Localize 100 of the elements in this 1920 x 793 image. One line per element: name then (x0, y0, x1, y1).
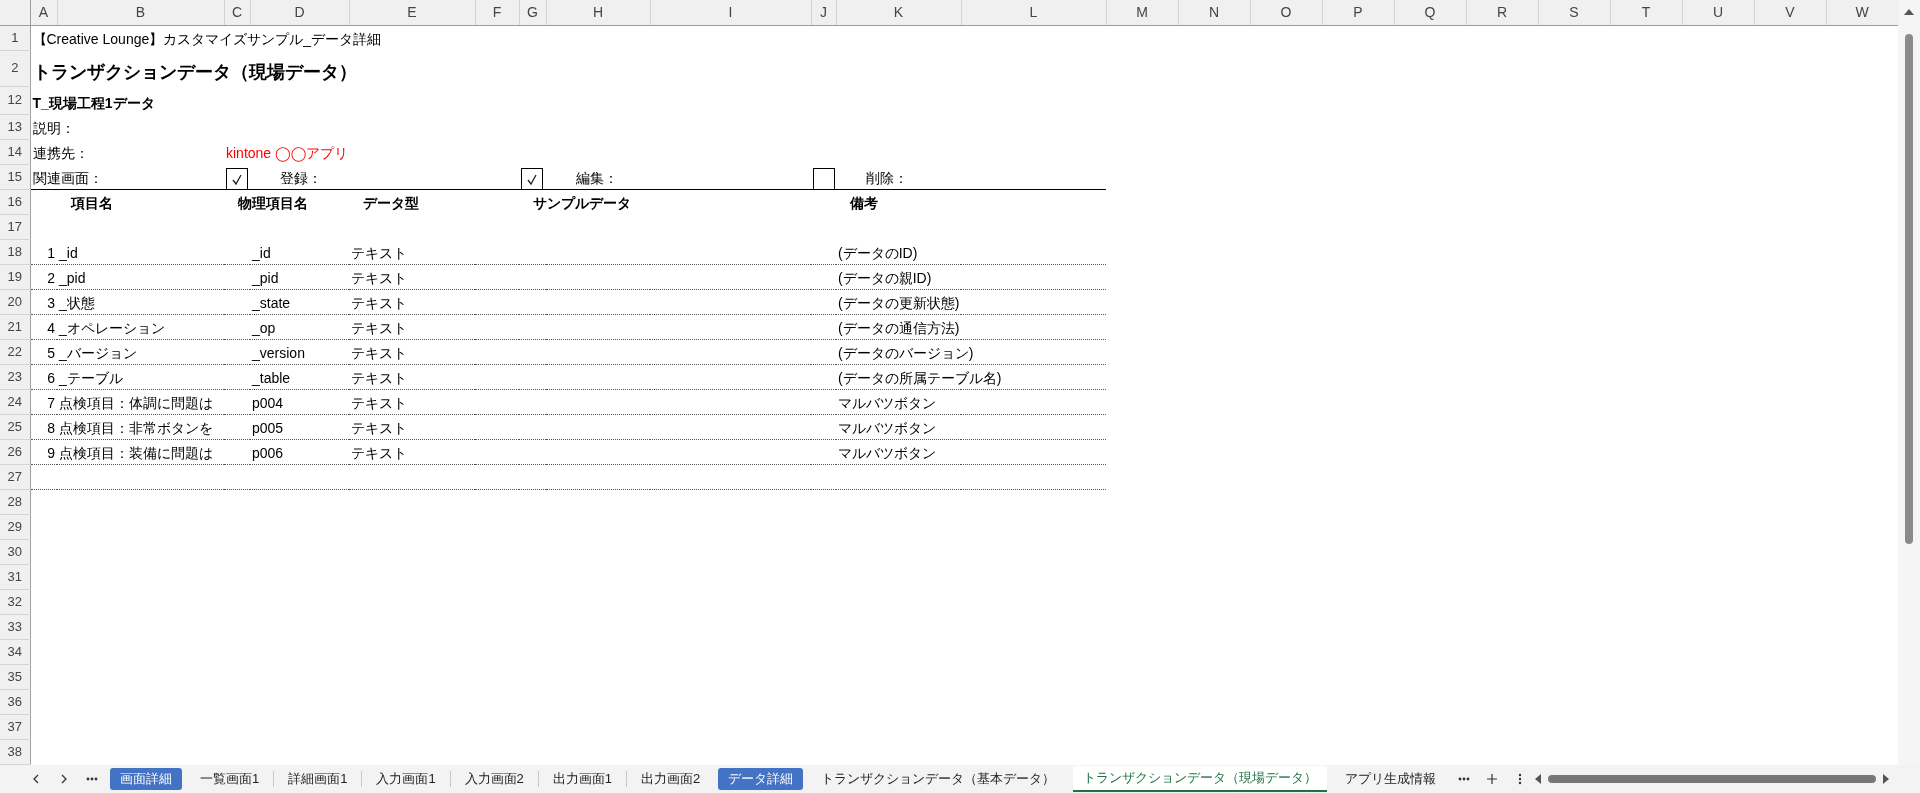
table-cell: p006 (252, 444, 284, 461)
scroll-left-icon[interactable] (1534, 774, 1543, 784)
scrollbar-thumb[interactable] (1905, 34, 1913, 544)
row-header[interactable]: 36 (0, 689, 30, 714)
sheet-tab[interactable]: データ詳細 (718, 768, 804, 790)
column-header[interactable]: P (1322, 0, 1394, 25)
column-header[interactable]: S (1538, 0, 1610, 25)
row-header[interactable]: 14 (0, 139, 30, 164)
row-header[interactable]: 28 (0, 489, 30, 514)
row-header[interactable]: 33 (0, 614, 30, 639)
column-header[interactable]: A (30, 0, 57, 25)
sheet-tab[interactable]: 画面詳細 (110, 768, 182, 790)
table-cell: 関連画面： (32, 169, 103, 186)
column-header[interactable]: U (1682, 0, 1754, 25)
table-cell: 点検項目：体調に問題は (59, 394, 213, 411)
table-cell-text: 削除： (865, 169, 908, 186)
sheet-tab[interactable]: 出力画面1 (542, 768, 623, 790)
table-cell: (データの通信方法) (838, 319, 960, 336)
row-header[interactable]: 27 (0, 464, 30, 489)
table-cell: _テーブル (59, 369, 123, 386)
sheet-tab[interactable]: トランザクションデータ（現場データ） (1073, 766, 1328, 792)
column-header[interactable]: O (1250, 0, 1322, 25)
sheet-tab[interactable]: 入力画面1 (366, 768, 446, 790)
table-cell: p005 (252, 419, 284, 436)
table-cell: _オペレーション (59, 319, 165, 336)
sheet-tab[interactable]: 詳細画面1 (278, 768, 358, 790)
row-header[interactable]: 24 (0, 389, 30, 414)
column-header[interactable]: J (811, 0, 836, 25)
row-header[interactable]: 18 (0, 239, 30, 264)
sheet-tab[interactable]: 入力画面2 (454, 768, 534, 790)
column-header[interactable]: Q (1394, 0, 1466, 25)
row-header[interactable]: 31 (0, 564, 30, 589)
sheet-tab[interactable]: 出力画面2 (631, 768, 711, 790)
row-header[interactable]: 21 (0, 314, 30, 339)
table-cell: _state (252, 294, 291, 311)
row-header[interactable]: 35 (0, 664, 30, 689)
scroll-up-icon[interactable] (1903, 8, 1915, 16)
row-header[interactable]: 1 (0, 25, 30, 50)
table-cell-text: 8 (46, 418, 55, 438)
table-cell: _table (252, 369, 291, 386)
column-header[interactable]: F (475, 0, 519, 25)
column-header[interactable]: W (1826, 0, 1898, 25)
row-header[interactable]: 22 (0, 339, 30, 364)
table-cell: (データのバージョン) (838, 344, 974, 361)
table-cell: 点検項目：非常ボタンを (59, 419, 213, 436)
sheet-tab[interactable]: トランザクションデータ（基本データ） (811, 768, 1066, 790)
sheet-tab[interactable]: アプリ生成情報 (1335, 768, 1447, 790)
scroll-right-icon[interactable] (1882, 774, 1891, 784)
column-header[interactable]: G (519, 0, 546, 25)
row-header[interactable]: 30 (0, 539, 30, 564)
scrollbar-thumb[interactable] (1548, 775, 1877, 783)
row-header[interactable]: 32 (0, 589, 30, 614)
table-cell: _状態 (59, 294, 95, 311)
column-header[interactable]: V (1754, 0, 1826, 25)
column-header[interactable]: N (1178, 0, 1250, 25)
row-header[interactable]: 25 (0, 414, 30, 439)
row-header[interactable]: 13 (0, 114, 30, 139)
table-cell: マルバツボタン (838, 394, 936, 411)
table-cell: _pid (252, 269, 279, 286)
row-header[interactable]: 12 (0, 86, 30, 114)
checkbox[interactable] (521, 167, 543, 190)
column-header[interactable]: L (961, 0, 1106, 25)
column-header[interactable]: R (1466, 0, 1538, 25)
row-header[interactable]: 29 (0, 514, 30, 539)
row-header[interactable]: 20 (0, 289, 30, 314)
table-cell: 【Creative Lounge】カスタマイズサンプル_データ詳細 (32, 31, 382, 47)
checkbox[interactable] (226, 167, 248, 190)
table-cell: T_現場工程1データ (32, 95, 155, 111)
horizontal-scrollbar[interactable] (1534, 772, 1891, 786)
row-header[interactable]: 38 (0, 739, 30, 764)
row-header[interactable]: 17 (0, 214, 30, 239)
checkbox[interactable] (813, 167, 835, 190)
table-cell: 点検項目：装備に問題は (59, 444, 213, 461)
sheet-tab[interactable]: 一覧画面1 (190, 768, 270, 790)
table-cell: マルバツボタン (838, 444, 936, 461)
column-header[interactable]: T (1610, 0, 1682, 25)
row-header[interactable]: 23 (0, 364, 30, 389)
column-header[interactable]: E (349, 0, 475, 25)
row-header[interactable]: 34 (0, 639, 30, 664)
column-header[interactable]: D (250, 0, 349, 25)
column-header[interactable]: H (546, 0, 650, 25)
table-cell: テキスト (351, 244, 407, 261)
column-header[interactable]: B (57, 0, 224, 25)
table-cell-text: 9 (46, 443, 55, 463)
row-header[interactable]: 2 (0, 50, 30, 86)
table-cell: _op (252, 319, 276, 336)
column-header[interactable]: C (224, 0, 250, 25)
table-cell-text: 項目名 (69, 195, 113, 211)
column-header[interactable]: K (836, 0, 961, 25)
table-cell: _pid (59, 269, 86, 286)
table-cell-text: データ型 (362, 195, 419, 211)
vertical-scrollbar[interactable] (1898, 0, 1920, 765)
row-header[interactable]: 37 (0, 714, 30, 739)
table-cell-text: 4 (46, 318, 55, 338)
row-header[interactable]: 15 (0, 164, 30, 189)
row-header[interactable]: 16 (0, 189, 30, 214)
row-header[interactable]: 19 (0, 264, 30, 289)
row-header[interactable]: 26 (0, 439, 30, 464)
column-header[interactable]: I (650, 0, 811, 25)
column-header[interactable]: M (1106, 0, 1178, 25)
